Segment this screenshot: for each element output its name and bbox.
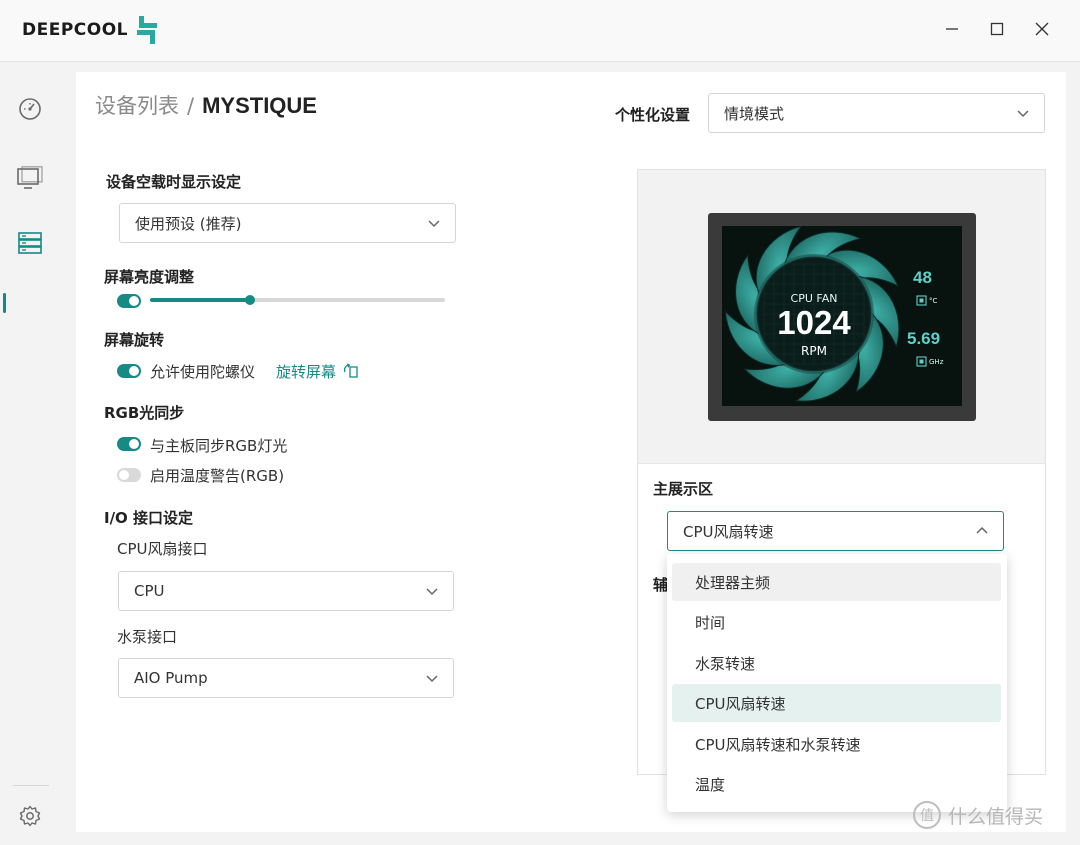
minimize-icon[interactable]	[937, 14, 967, 44]
preview-freq-unit: GHz	[929, 358, 944, 366]
preview-temp-value: 48	[913, 268, 932, 287]
breadcrumb: 设备列表 / MYSTIQUE	[95, 90, 317, 120]
main-display-select[interactable]: CPU风扇转速	[667, 511, 1004, 551]
idle-display-value: 使用预设 (推荐)	[135, 214, 242, 233]
pump-port-label: 水泵接口	[117, 628, 178, 646]
motherboard-rgb-label: 与主板同步RGB灯光	[150, 437, 288, 455]
dropdown-option-temperature[interactable]: 温度	[672, 765, 1001, 803]
dashboard-gauge-icon[interactable]	[10, 89, 50, 129]
dropdown-option-cpu-frequency[interactable]: 处理器主频	[672, 563, 1001, 601]
main-display-label: 主展示区	[653, 480, 714, 498]
main-display-dropdown-menu: 处理器主频 时间 水泵转速 CPU风扇转速 CPU风扇转速和水泵转速 温度	[667, 554, 1007, 812]
brightness-label: 屏幕亮度调整	[104, 268, 195, 286]
rotate-icon	[343, 363, 358, 378]
dropdown-option-time[interactable]: 时间	[672, 603, 1001, 641]
brightness-slider-fill	[150, 298, 251, 302]
monitor-icon[interactable]	[10, 158, 50, 198]
cpu-chip-icon	[916, 295, 927, 306]
dropdown-option-pump-speed[interactable]: 水泵转速	[672, 644, 1001, 682]
deepcool-logo-icon	[137, 16, 157, 44]
chevron-down-icon	[428, 220, 440, 228]
gyro-label: 允许使用陀螺仪	[150, 363, 256, 381]
cpu-fan-port-value: CPU	[134, 582, 165, 600]
cpu-chip-icon-2	[916, 356, 927, 367]
rgb-sync-label: RGB光同步	[104, 404, 185, 422]
cpu-fan-port-select[interactable]: CPU	[118, 571, 454, 611]
temp-warning-toggle[interactable]	[117, 468, 141, 482]
idle-display-select[interactable]: 使用预设 (推荐)	[119, 203, 456, 243]
rotate-screen-link[interactable]: 旋转屏幕	[276, 361, 359, 382]
brightness-toggle[interactable]	[117, 294, 141, 308]
dropdown-option-cpu-fan-speed[interactable]: CPU风扇转速	[672, 684, 1001, 722]
chevron-up-icon	[976, 526, 988, 534]
main-display-value: CPU风扇转速	[683, 522, 774, 541]
device-list-icon[interactable]	[10, 223, 50, 263]
secondary-display-label: 辅	[653, 576, 669, 594]
breadcrumb-current: MYSTIQUE	[202, 93, 317, 118]
pump-port-value: AIO Pump	[134, 669, 208, 687]
rotation-label: 屏幕旋转	[104, 331, 165, 349]
personalization-label: 个性化设置	[615, 106, 691, 124]
close-icon[interactable]	[1027, 14, 1057, 44]
lcd-screen-frame: CPU FAN 1024 RPM 48 °C 5.69 GHz	[708, 213, 976, 421]
idle-display-label: 设备空载时显示设定	[106, 173, 242, 191]
pump-port-select[interactable]: AIO Pump	[118, 658, 454, 698]
motherboard-rgb-toggle[interactable]	[117, 437, 141, 451]
chevron-down-icon	[426, 588, 438, 596]
preview-center-unit: RPM	[801, 344, 827, 358]
breadcrumb-separator: /	[187, 94, 195, 118]
breadcrumb-parent-link[interactable]: 设备列表	[95, 94, 179, 118]
rotate-screen-label: 旋转屏幕	[276, 363, 337, 381]
brightness-slider[interactable]	[150, 295, 445, 305]
gyro-toggle[interactable]	[117, 364, 141, 378]
dropdown-option-fan-and-pump-speed[interactable]: CPU风扇转速和水泵转速	[672, 725, 1001, 763]
preview-temp-unit: °C	[929, 297, 938, 305]
watermark: 值 什么值得买	[912, 800, 1043, 830]
nav-divider	[13, 785, 49, 786]
chevron-down-icon	[1017, 110, 1029, 118]
watermark-text: 什么值得买	[948, 805, 1044, 828]
title-bar: DEEPCOOL	[0, 0, 1080, 62]
settings-gear-icon[interactable]	[10, 796, 50, 836]
lcd-screen-preview: CPU FAN 1024 RPM 48 °C 5.69 GHz	[722, 226, 962, 406]
svg-text:值: 值	[920, 808, 934, 824]
zhi-badge-icon: 值	[913, 801, 941, 829]
left-navigation	[0, 62, 62, 845]
temp-warning-label: 启用温度警告(RGB)	[150, 467, 285, 485]
io-settings-label: I/O 接口设定	[104, 509, 194, 527]
chevron-down-icon	[426, 675, 438, 683]
personalization-value: 情境模式	[724, 104, 785, 123]
preview-center-value: 1024	[777, 304, 851, 341]
nav-active-indicator	[3, 293, 6, 313]
cpu-fan-port-label: CPU风扇接口	[117, 540, 208, 558]
maximize-icon[interactable]	[982, 14, 1012, 44]
personalization-select[interactable]: 情境模式	[708, 93, 1045, 133]
preview-freq-value: 5.69	[907, 329, 941, 348]
brand-logo-text: DEEPCOOL	[22, 20, 129, 40]
preview-area: CPU FAN 1024 RPM 48 °C 5.69 GHz	[638, 170, 1045, 464]
